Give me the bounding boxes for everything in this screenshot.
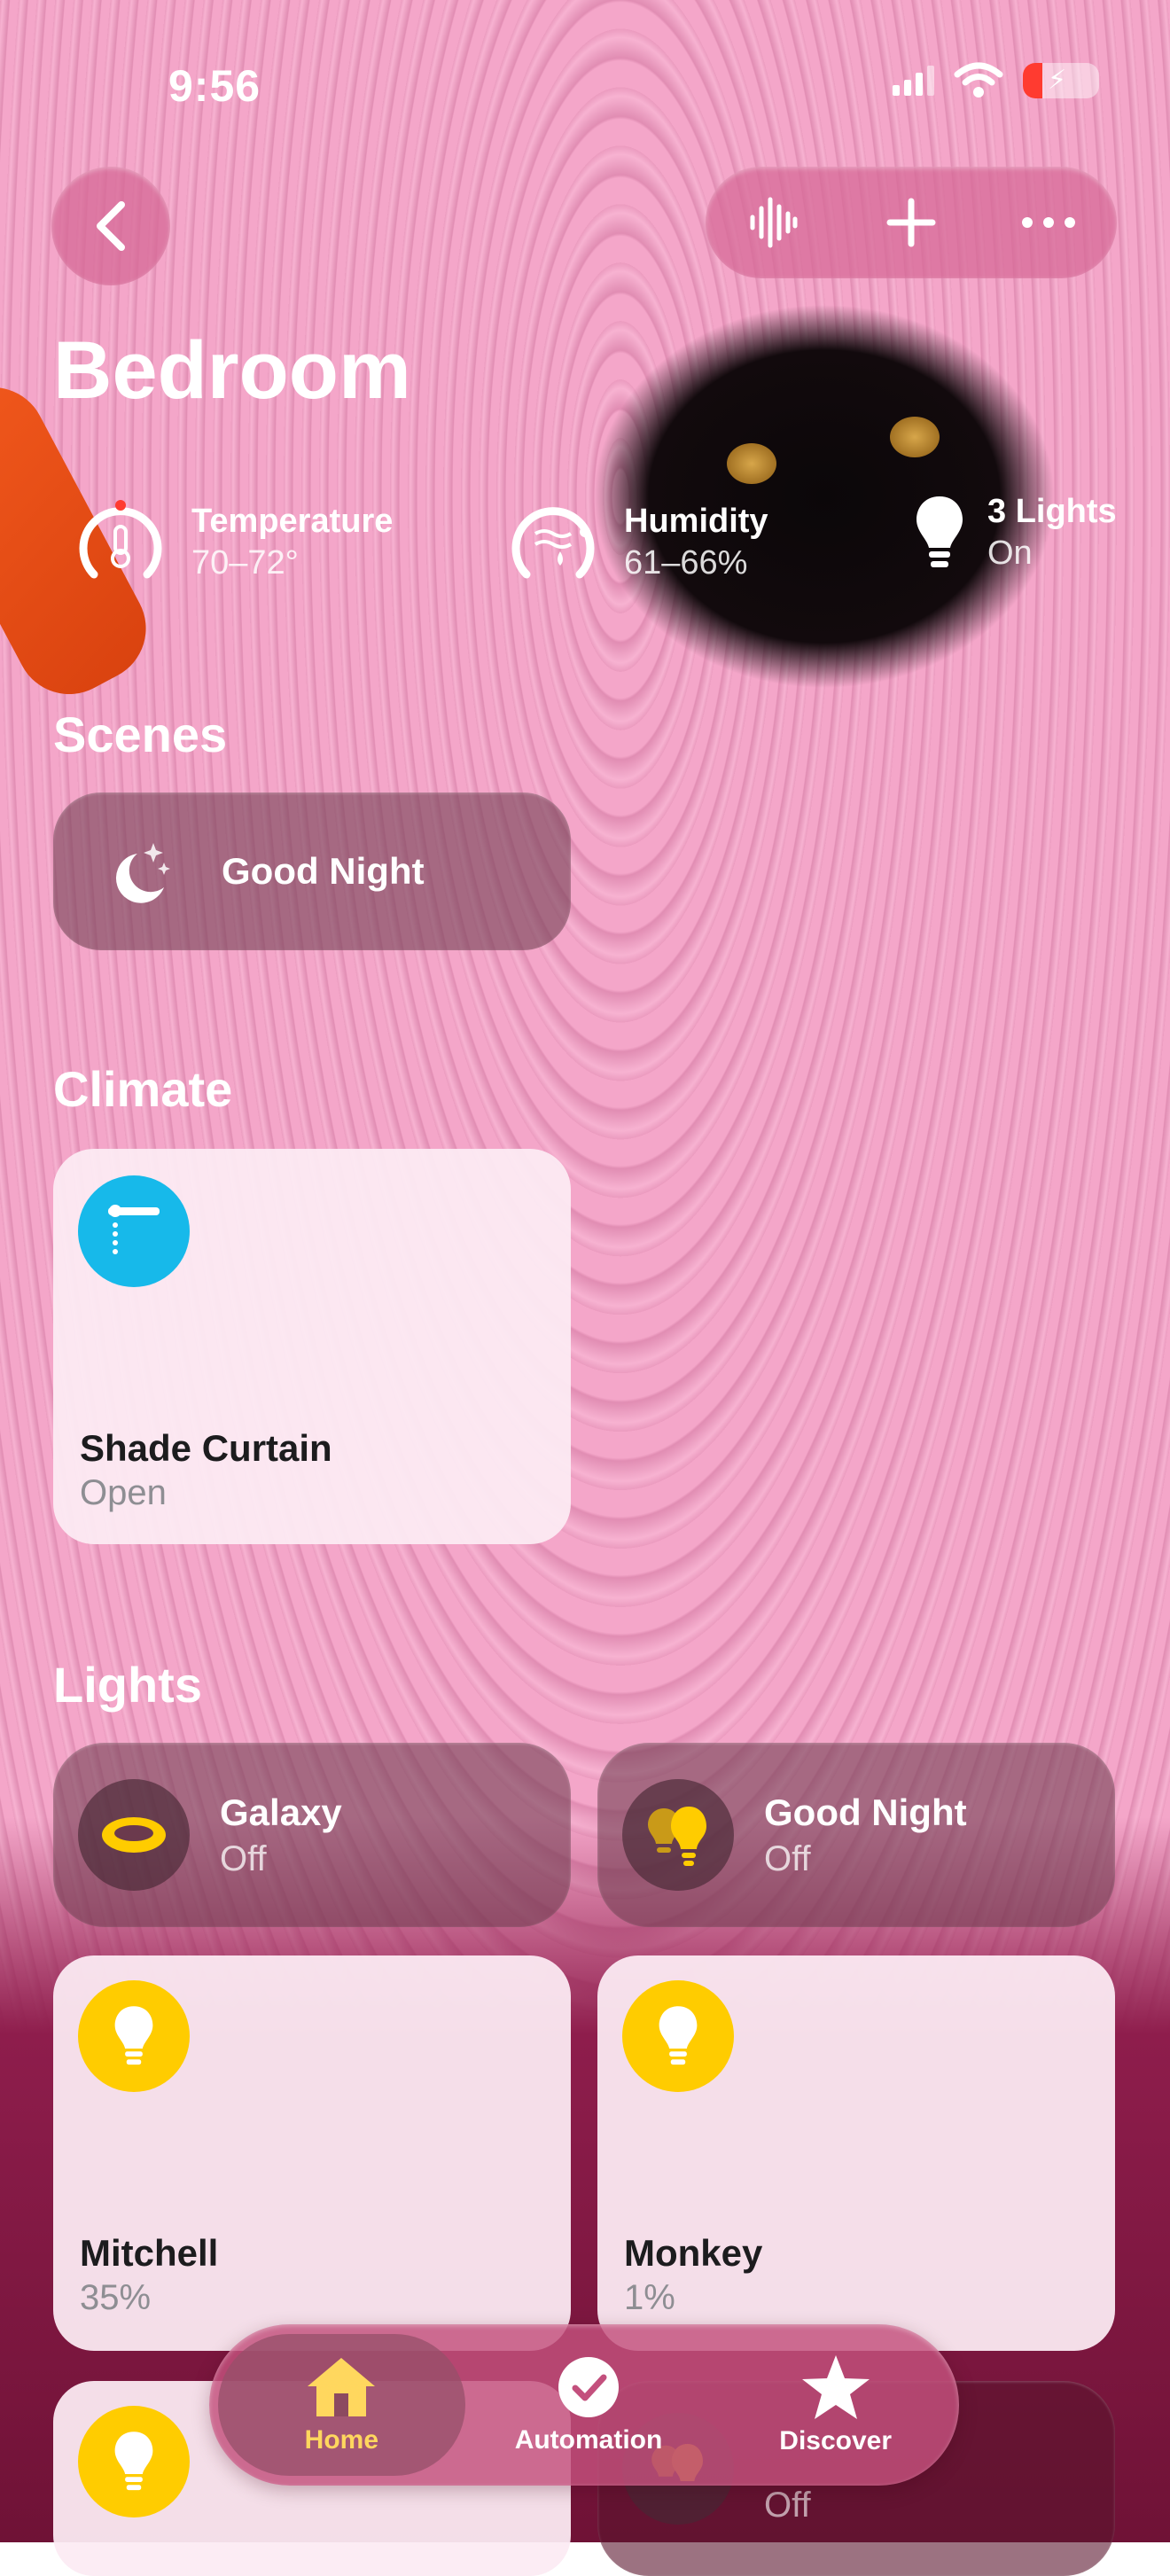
page-title: Bedroom [53, 325, 411, 416]
stat-value: 61–66% [624, 544, 748, 582]
light-name: Galaxy [220, 1791, 342, 1833]
voice-waveform-button[interactable] [738, 187, 809, 258]
wifi-icon [954, 62, 1003, 98]
light-tile-good-night[interactable]: Good Night Off [597, 1743, 1115, 1927]
card-name: Shade Curtain [80, 1427, 332, 1469]
chevron-left-icon [97, 201, 125, 251]
light-name: Good Night [764, 1791, 967, 1833]
scene-good-night[interactable]: Good Night [53, 792, 571, 950]
tab-home[interactable]: Home [218, 2334, 465, 2476]
tab-automation[interactable]: Automation [465, 2334, 713, 2476]
more-button[interactable] [1013, 187, 1084, 258]
add-button[interactable] [876, 187, 947, 258]
light-card-monkey[interactable]: Monkey 1% [597, 1955, 1115, 2351]
section-lights-header: Lights [53, 1657, 202, 1713]
light-status: Off [220, 1838, 267, 1878]
stat-value: On [987, 535, 1033, 572]
stat-label: 3 Lights [987, 493, 1117, 530]
ring-lamp-icon [102, 1817, 166, 1853]
tab-bar: Home Automation Discover [209, 2324, 959, 2486]
waveform-icon [750, 197, 798, 248]
humidity-stat[interactable]: Humidity 61–66% [503, 493, 768, 592]
stat-label: Humidity [624, 503, 768, 540]
tab-discover[interactable]: Discover [712, 2334, 959, 2476]
tab-label: Discover [779, 2426, 893, 2455]
wallpaper-cat-eye [727, 443, 776, 484]
moon-stars-icon [115, 843, 170, 903]
light-status: Off [764, 1838, 811, 1878]
back-button[interactable] [51, 167, 170, 285]
humidity-gauge-icon [511, 507, 595, 579]
lightbulb-icon [114, 2006, 153, 2065]
section-climate-header: Climate [53, 1061, 233, 1117]
card-name: Mitchell [80, 2232, 219, 2274]
card-name: Monkey [624, 2232, 763, 2274]
light-toggle[interactable] [78, 1980, 190, 2092]
light-card-mitchell[interactable]: Mitchell 35% [53, 1955, 571, 2351]
lights-stat[interactable]: 3 Lights On [913, 493, 1117, 573]
stat-value: 70–72° [191, 544, 299, 582]
curtain-icon [108, 1205, 160, 1254]
section-scenes-header: Scenes [53, 706, 228, 762]
card-status: 35% [80, 2278, 152, 2317]
ellipsis-icon [1021, 217, 1075, 228]
top-toolbar [706, 167, 1117, 278]
cellular-signal-icon [893, 66, 934, 96]
status-time: 9:56 [168, 61, 261, 111]
light-status: Off [764, 2486, 811, 2525]
light-toggle[interactable] [622, 1980, 734, 2092]
card-status: Open [80, 1473, 167, 1512]
curtain-button[interactable] [78, 1175, 190, 1287]
card-status: 1% [624, 2278, 675, 2317]
bulbs-pair-icon [648, 1807, 706, 1866]
light-toggle[interactable] [78, 2406, 190, 2517]
temperature-stat[interactable]: Temperature 70–72° [71, 493, 393, 592]
star-icon [801, 2355, 870, 2419]
light-toggle[interactable] [622, 1779, 734, 1891]
lightbulb-icon [916, 496, 963, 567]
tab-label: Home [304, 2425, 379, 2455]
climate-card-shade-curtain[interactable]: Shade Curtain Open [53, 1149, 571, 1544]
status-icons: ⚡ [893, 62, 1099, 99]
house-icon [308, 2358, 376, 2416]
clock-check-icon [558, 2357, 619, 2417]
plus-icon [886, 198, 936, 247]
scene-label: Good Night [222, 850, 425, 892]
light-tile-galaxy[interactable]: Galaxy Off [53, 1743, 571, 1927]
stat-label: Temperature [191, 503, 394, 540]
lightbulb-icon [659, 2006, 698, 2065]
light-toggle[interactable] [78, 1779, 190, 1891]
wallpaper-cat-eye [890, 417, 940, 457]
lightbulb-icon [114, 2432, 153, 2491]
thermometer-gauge-icon [79, 500, 162, 579]
tab-label: Automation [514, 2425, 663, 2455]
battery-charging-icon: ⚡ [1023, 63, 1099, 98]
